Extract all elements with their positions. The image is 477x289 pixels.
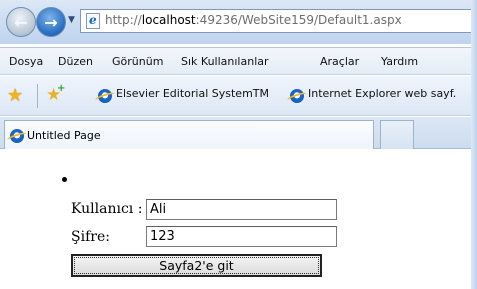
address-host: localhost — [141, 13, 196, 27]
address-rest: :49236/WebSite159/Default1.aspx — [195, 13, 402, 27]
internet-explorer-icon — [10, 129, 24, 143]
favorites-bar: ★ ★ + Elsevier Editorial SystemTM Intern… — [0, 76, 471, 116]
go-to-page2-button[interactable]: Sayfa2'e git — [71, 254, 322, 277]
browser-window: ← → ▼ http://localhost:49236/WebSite159/… — [0, 0, 477, 289]
menu-yardim[interactable]: Yardım — [381, 55, 418, 68]
address-row: ← → ▼ http://localhost:49236/WebSite159/… — [0, 0, 472, 44]
favorite-link-elsevier[interactable]: Elsevier Editorial SystemTM — [116, 87, 269, 100]
menu-gorunum[interactable]: Görünüm — [112, 55, 163, 68]
page-content: Kullanıcı : Ali Şifre: 123 Sayfa2'e git — [0, 149, 471, 289]
menu-araclar[interactable]: Araçlar — [320, 55, 359, 68]
add-favorite-plus-icon: + — [57, 83, 66, 94]
favorite-link-ie-web[interactable]: Internet Explorer web sayf. — [308, 87, 456, 100]
username-label: Kullanıcı : — [71, 201, 143, 217]
internet-explorer-icon — [98, 89, 112, 103]
page-icon — [86, 13, 100, 29]
new-tab-button[interactable] — [380, 120, 414, 149]
address-text[interactable]: http://localhost:49236/WebSite159/Defaul… — [105, 13, 402, 27]
internet-explorer-icon — [290, 89, 304, 103]
forward-arrow-icon[interactable]: → — [36, 7, 66, 37]
tab-bar: Untitled Page — [0, 117, 471, 149]
back-arrow-icon[interactable]: ← — [6, 7, 36, 37]
favorites-separator — [37, 84, 38, 108]
tab-label: Untitled Page — [27, 129, 101, 142]
password-input[interactable]: 123 — [146, 226, 337, 247]
menu-dosya[interactable]: Dosya — [9, 55, 43, 68]
tab-untitled-page[interactable]: Untitled Page — [4, 120, 374, 149]
menu-duzen[interactable]: Düzen — [58, 55, 93, 68]
menu-bar: Dosya Düzen Görünüm Sık Kullanılanlar Ar… — [0, 47, 471, 75]
list-bullet — [62, 177, 67, 182]
history-dropdown-icon[interactable]: ▼ — [68, 15, 75, 25]
menu-sik-kullanilanlar[interactable]: Sık Kullanılanlar — [181, 55, 269, 68]
username-input[interactable]: Ali — [146, 199, 337, 220]
favorites-star-icon[interactable]: ★ — [7, 85, 23, 106]
window-border — [471, 0, 477, 289]
address-bar[interactable]: http://localhost:49236/WebSite159/Defaul… — [80, 9, 472, 33]
address-prefix: http:// — [105, 13, 142, 27]
password-label: Şifre: — [71, 229, 110, 245]
